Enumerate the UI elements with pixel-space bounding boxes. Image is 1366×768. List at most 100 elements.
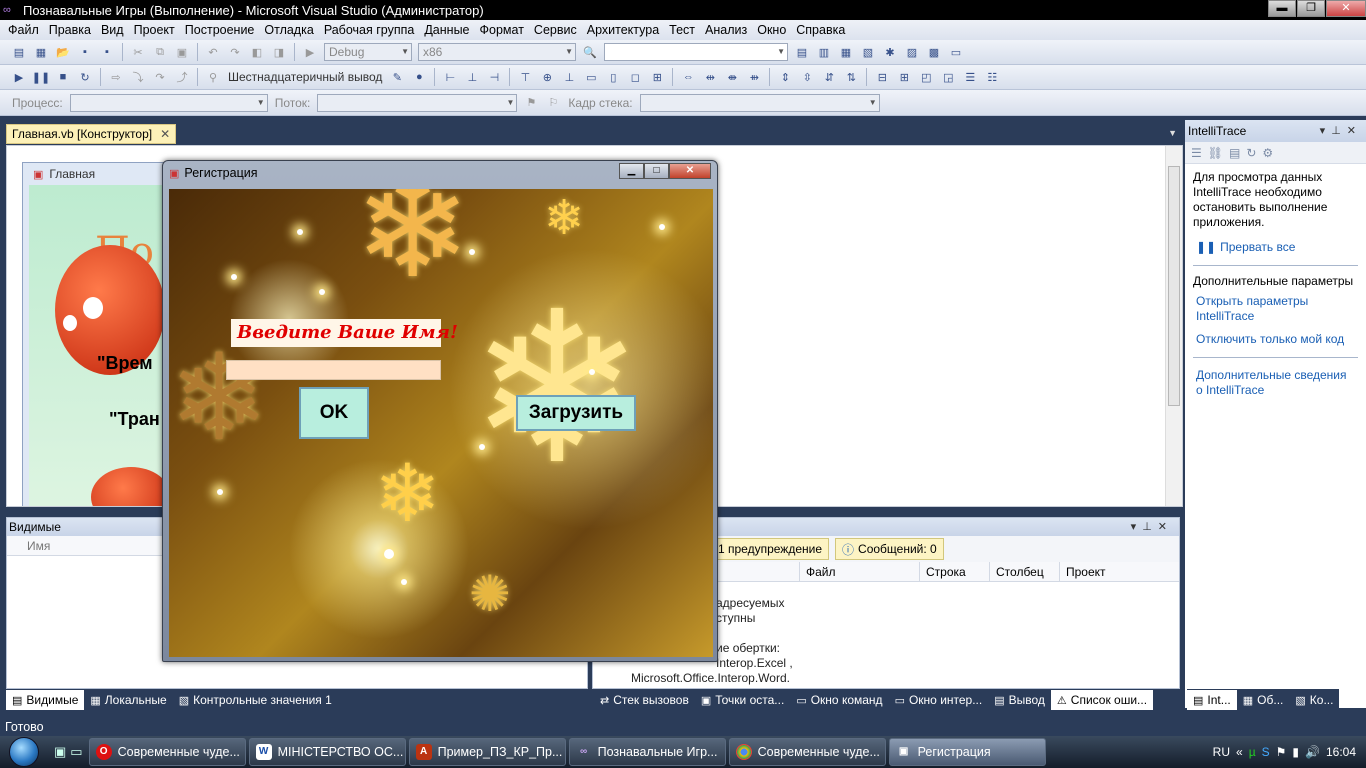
horizontal-spacing-equal-icon[interactable]: ⇔ [679,69,697,85]
document-tab-main-designer[interactable]: Главная.vb [Конструктор] ✕ [6,124,177,144]
menu-file[interactable]: Файл [3,23,44,37]
skype-icon[interactable]: S [1262,745,1270,759]
volume-icon[interactable]: 🔊 [1305,745,1320,759]
menu-debug[interactable]: Отладка [259,23,318,37]
align-middles-icon[interactable]: ⊕ [538,69,556,85]
tab-command-window[interactable]: ▭ Окно команд [790,690,888,710]
column-file[interactable]: Файл [799,562,919,581]
menu-format[interactable]: Формат [475,23,529,37]
step-over-icon[interactable]: ↷ [151,69,169,85]
undo-icon[interactable]: ↶ [204,44,222,60]
paste-icon[interactable]: ▣ [173,44,191,60]
tab-breakpoints[interactable]: ▣ Точки оста... [695,690,790,710]
flag-threads-icon[interactable]: ⚐ [544,95,562,111]
tab-output[interactable]: ▤ Вывод [988,690,1051,710]
tab-locals[interactable]: ▦ Локальные [84,690,172,710]
warnings-filter[interactable]: 1 предупреждение [711,538,830,560]
document-dropdown-icon[interactable]: ▼ [1168,128,1177,138]
scrollbar-thumb[interactable] [1168,166,1180,406]
menu-data[interactable]: Данные [419,23,474,37]
menu-architecture[interactable]: Архитектура [582,23,664,37]
add-item-icon[interactable]: ▦ [32,44,50,60]
solution-platform-select[interactable]: x86 ▼ [418,43,576,61]
step-into-icon[interactable]: ⤵ [129,69,147,85]
restart-icon[interactable]: ↻ [76,69,94,85]
vertical-spacing-decrease-icon[interactable]: ⇵ [820,69,838,85]
bring-to-front-icon[interactable]: ◰ [917,69,935,85]
menu-window[interactable]: Окно [752,23,791,37]
dialog-maximize-button[interactable]: □ [644,163,669,179]
tab-autos[interactable]: ▤ Видимые [6,690,85,710]
vertical-spacing-increase-icon[interactable]: ⇳ [798,69,816,85]
minimize-button[interactable]: ▬ [1268,0,1296,17]
redo-icon[interactable]: ↷ [226,44,244,60]
panel-controls[interactable]: ▾⊥✕ [1320,124,1362,137]
size-to-grid-icon[interactable]: ⊞ [648,69,666,85]
extension-manager-icon[interactable]: ✱ [881,44,899,60]
tab-immediate-window[interactable]: ▭ Окно интер... [889,690,989,710]
same-height-icon[interactable]: ▯ [604,69,622,85]
new-project-icon[interactable]: ▤ [10,44,28,60]
tab-class-view[interactable]: ▧ Ко... [1289,690,1339,710]
menu-view[interactable]: Вид [96,23,129,37]
center-vertically-icon[interactable]: ⊞ [895,69,913,85]
lock-controls-icon[interactable]: ☷ [983,69,1001,85]
hex-display-toggle[interactable]: Шестнадцатеричный вывод [228,70,382,84]
taskbar-item-word[interactable]: W МІНІСТЕРСТВО ОС... [248,738,406,766]
clock-time[interactable]: 16:04 [1326,745,1356,759]
toolbox-icon[interactable]: ▧ [859,44,877,60]
menu-tools[interactable]: Сервис [529,23,582,37]
start-page-icon[interactable]: ▨ [903,44,921,60]
navigate-forward-icon[interactable]: ◨ [270,44,288,60]
language-indicator[interactable]: RU [1213,745,1230,759]
close-button[interactable]: ✕ [1326,0,1366,17]
menu-edit[interactable]: Правка [44,23,96,37]
align-lefts-icon[interactable]: ⊢ [441,69,459,85]
horizontal-spacing-remove-icon[interactable]: ⇻ [745,69,763,85]
tab-call-stack[interactable]: ⇄ Стек вызовов [594,690,695,710]
solution-explorer-icon[interactable]: ▤ [793,44,811,60]
maximize-button[interactable]: ❐ [1297,0,1325,17]
horizontal-spacing-increase-icon[interactable]: ⇹ [701,69,719,85]
taskbar-item-chrome[interactable]: Современные чуде... [728,738,886,766]
save-icon[interactable]: ▪ [76,44,94,60]
ok-button[interactable]: OK [299,387,369,439]
save-all-icon[interactable]: ▪ [98,44,116,60]
find-in-files-icon[interactable]: 🔍 [581,44,599,60]
show-desktop-icon[interactable]: ▣ [54,744,66,760]
settings-icon[interactable]: ▤ [1229,146,1240,160]
quick-watch-icon[interactable]: ⚲ [204,69,222,85]
menu-analyze[interactable]: Анализ [700,23,752,37]
same-size-icon[interactable]: ◻ [626,69,644,85]
send-to-back-icon[interactable]: ◲ [939,69,957,85]
close-tab-icon[interactable]: ✕ [160,127,170,141]
align-tops-icon[interactable]: ⊤ [516,69,534,85]
copy-icon[interactable]: ⧉ [151,44,169,60]
tab-solution-explorer[interactable]: ▦ Об... [1237,690,1290,710]
taskbar-item-pdf[interactable]: A Пример_ПЗ_КР_Пр... [408,738,566,766]
column-project[interactable]: Проект [1059,562,1169,581]
same-width-icon[interactable]: ▭ [582,69,600,85]
link-icon[interactable]: ⛓ [1208,146,1223,160]
more-info-link[interactable]: Дополнительные сведения о IntelliTrace [1185,364,1366,402]
cut-icon[interactable]: ✂ [129,44,147,60]
tab-intellitrace[interactable]: ▤ Int... [1187,690,1237,710]
center-horizontally-icon[interactable]: ⊟ [873,69,891,85]
just-my-code-link[interactable]: Отключить только мой код [1185,328,1366,351]
menu-team[interactable]: Рабочая группа [319,23,420,37]
solution-configuration-select[interactable]: Debug ▼ [324,43,412,61]
vertical-spacing-remove-icon[interactable]: ⇅ [842,69,860,85]
dialog-minimize-button[interactable]: ▁ [619,163,644,179]
align-centers-icon[interactable]: ⊥ [463,69,481,85]
start-debugging-icon[interactable]: ▶ [301,44,319,60]
flag-icon[interactable]: ⚑ [1276,745,1287,759]
toggle-flag-icon[interactable]: ⚑ [522,95,540,111]
command-window-icon[interactable]: ▭ [947,44,965,60]
open-file-icon[interactable]: 📂 [54,44,72,60]
properties-icon[interactable]: ▥ [815,44,833,60]
continue-icon[interactable]: ▶ [10,69,28,85]
break-all-icon[interactable]: ❚❚ [32,69,50,85]
messages-filter[interactable]: ⓘ Сообщений: 0 [835,538,944,560]
network-icon[interactable]: ▮ [1292,745,1299,759]
align-rights-icon[interactable]: ⊣ [485,69,503,85]
